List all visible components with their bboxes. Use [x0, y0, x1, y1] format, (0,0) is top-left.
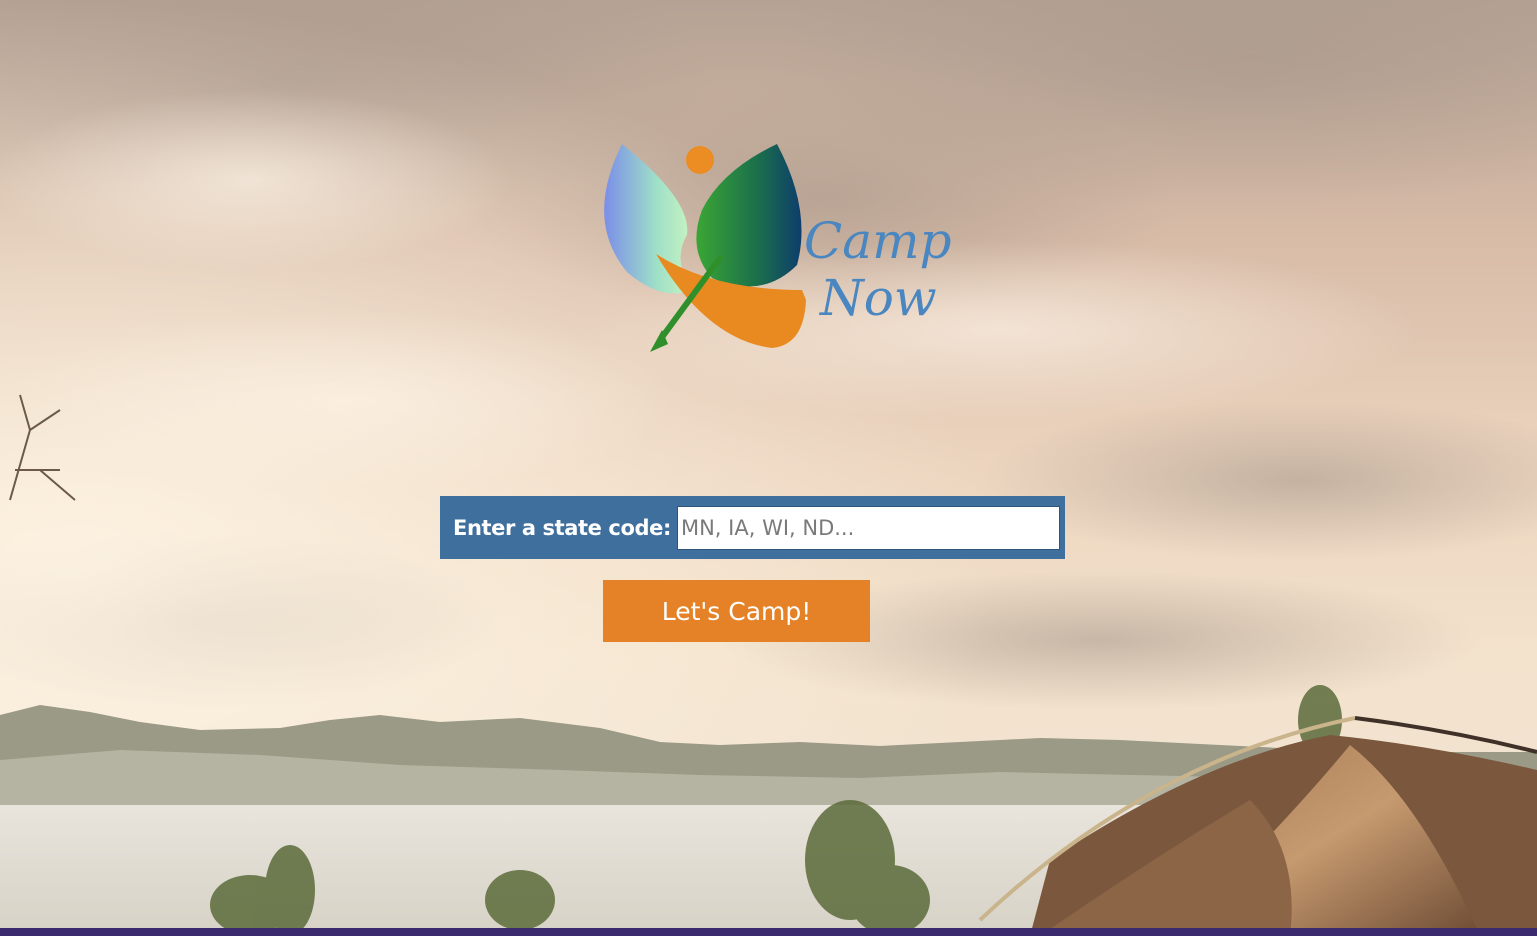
landing-page: Camp Now Enter a state code: Let's Camp!: [0, 0, 1537, 936]
state-code-form: Enter a state code:: [440, 496, 1065, 559]
bottom-strip: [0, 928, 1537, 936]
camp-now-logo: Camp Now: [604, 144, 952, 352]
lets-camp-button[interactable]: Let's Camp!: [603, 580, 870, 642]
state-code-input[interactable]: [676, 505, 1060, 550]
logo-text-now: Now: [819, 269, 937, 327]
sun-icon: [686, 146, 714, 174]
logo-text-camp: Camp: [804, 212, 952, 270]
state-code-label: Enter a state code:: [453, 515, 671, 540]
